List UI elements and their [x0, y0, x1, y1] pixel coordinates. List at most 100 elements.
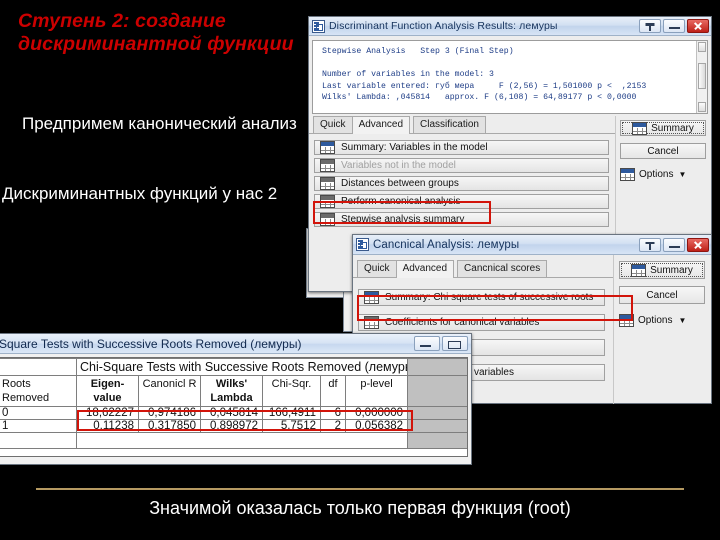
scroll-down-icon[interactable] [698, 102, 706, 112]
tab-advanced[interactable]: Advanced [351, 116, 411, 134]
canonical-tabstrip[interactable]: Quick Advanced Cancnical scores [353, 260, 613, 278]
scrollbar-thumb[interactable] [698, 63, 706, 89]
cell-chi-sqr[interactable]: 5,7512 [262, 419, 321, 433]
results-grid[interactable]: Chi-Square Tests with Successive Roots R… [0, 357, 468, 457]
pin-icon[interactable] [639, 19, 661, 33]
row-label[interactable]: 0 [0, 406, 77, 420]
slide-canvas: Ступень 2: создание дискриминантной функ… [0, 0, 720, 540]
dfa-title-text: Discriminant Function Analysis Results: … [329, 20, 558, 32]
cell-eigenvalue[interactable]: 0,11238 [76, 419, 139, 433]
tab-quick[interactable]: Quick [313, 116, 353, 133]
dfa-options-button[interactable]: Options ▼ [620, 166, 706, 182]
column-header-wilks-lambda[interactable]: Wilks' Lambda [200, 375, 263, 407]
table-caption: Chi-Square Tests with Successive Roots R… [75, 358, 409, 376]
empty-cell [75, 432, 409, 449]
grid-icon [632, 121, 648, 135]
grid-corner[interactable] [0, 358, 77, 376]
empty-header-cell [407, 358, 467, 376]
column-header-roots-removed[interactable]: Roots Removed [0, 375, 77, 407]
table-caption-row: Chi-Square Tests with Successive Roots R… [0, 358, 467, 376]
page-title: Ступень 2: создание дискриминантной функ… [18, 10, 294, 55]
cell-df[interactable]: 6 [320, 406, 346, 420]
option-summary-chi-square-tests[interactable]: Summary: Chi square tests of successive … [358, 289, 605, 306]
table-row[interactable]: 0 18,62227 0,974186 0,045814 166,4911 6 … [0, 406, 467, 420]
tab-quick[interactable]: Quick [357, 260, 397, 277]
canonical-titlebar[interactable]: Cancnical Analysis: лемуры [353, 235, 711, 255]
grid-icon [364, 316, 379, 329]
canonical-window-buttons[interactable] [639, 237, 709, 252]
cell-canonical-r[interactable]: 0,974186 [138, 406, 201, 420]
canonical-cancel-button[interactable]: Cancel [619, 286, 705, 304]
option-label: Coefficients for canonical variables [385, 317, 540, 328]
grid-icon [320, 159, 335, 172]
statistica-results-icon [312, 19, 325, 33]
empty-header-cell [407, 375, 467, 407]
options-icon [619, 313, 634, 327]
option-label: Perform canonical analysis [341, 196, 461, 207]
option-label: Distances between groups [341, 178, 459, 189]
pin-icon[interactable] [639, 237, 661, 252]
close-icon[interactable] [687, 19, 709, 33]
dfa-report-pane: Stepwise Analysis Step 3 (Final Step) Nu… [312, 40, 708, 114]
option-distances-between-groups[interactable]: Distances between groups [314, 176, 609, 191]
dfa-summary-button[interactable]: Summary [620, 120, 706, 136]
row-label[interactable]: 1 [0, 419, 77, 433]
grid-icon [320, 213, 335, 226]
tab-classification[interactable]: Classification [413, 116, 486, 133]
option-coefficients-for-canonical-variables[interactable]: Coefficients for canonical variables [358, 314, 605, 331]
empty-cell [407, 419, 467, 433]
cell-eigenvalue[interactable]: 18,62227 [76, 406, 139, 420]
options-icon [620, 167, 635, 181]
canonical-options-button[interactable]: Options ▼ [619, 311, 705, 329]
cell-chi-sqr[interactable]: 166,4911 [262, 406, 321, 420]
dfa-tabstrip[interactable]: Quick Advanced Classification [309, 116, 615, 134]
column-header-canonical-r[interactable]: Canonicl R [138, 375, 201, 407]
statistica-analysis-icon [356, 238, 369, 251]
tab-canonical-scores[interactable]: Cancnical scores [457, 260, 548, 277]
spreadsheet-titlebar[interactable]: Square Tests with Successive Roots Remov… [0, 334, 471, 354]
chi-square-table: Chi-Square Tests with Successive Roots R… [0, 358, 467, 449]
option-label: Stepwise analysis summary [341, 214, 465, 225]
minimize-icon[interactable] [663, 237, 685, 252]
cell-wilks-lambda[interactable]: 0,045814 [200, 406, 263, 420]
bullet-predprimem: Предпримем канонический анализ [22, 114, 297, 133]
cell-df[interactable]: 2 [320, 419, 346, 433]
bullet-discriminant-count: Дискриминантных функций у нас 2 [2, 184, 278, 203]
minimize-icon[interactable] [663, 19, 685, 33]
chevron-down-icon: ▼ [678, 315, 687, 325]
spreadsheet-title-text: Square Tests with Successive Roots Remov… [0, 336, 302, 351]
column-header-p-level[interactable]: p-level [344, 375, 409, 407]
spreadsheet-window-buttons[interactable] [414, 336, 468, 351]
minimize-icon[interactable] [414, 336, 440, 351]
cell-p-level[interactable]: 0,056382 [344, 419, 409, 433]
table-filler-row [0, 432, 467, 449]
canonical-summary-button[interactable]: Summary [619, 261, 705, 279]
chevron-down-icon: ▼ [678, 169, 687, 179]
cell-wilks-lambda[interactable]: 0,898972 [200, 419, 263, 433]
dfa-window-buttons[interactable] [639, 19, 709, 33]
option-summary-variables-in-model[interactable]: Summary: Variables in the model [314, 140, 609, 155]
column-header-eigenvalue[interactable]: Eigen- value [76, 375, 139, 407]
option-stepwise-analysis-summary[interactable]: Stepwise analysis summary [314, 212, 609, 227]
grid-icon [320, 177, 335, 190]
column-header-df[interactable]: df [320, 375, 346, 407]
empty-cell [407, 406, 467, 420]
grid-icon [320, 141, 335, 154]
dfa-titlebar[interactable]: Discriminant Function Analysis Results: … [309, 17, 711, 36]
option-label: Summary: Variables in the model [341, 142, 488, 153]
close-icon[interactable] [687, 237, 709, 252]
empty-cell [0, 432, 77, 449]
canonical-title-text: Cancnical Analysis: лемуры [373, 238, 520, 251]
dfa-cancel-button[interactable]: Cancel [620, 143, 706, 159]
column-header-chi-sqr[interactable]: Chi-Sqr. [262, 375, 321, 407]
dfa-report-scrollbar[interactable] [696, 41, 707, 113]
tab-advanced[interactable]: Advanced [395, 260, 455, 278]
scroll-up-icon[interactable] [698, 42, 706, 52]
cell-canonical-r[interactable]: 0,317850 [138, 419, 201, 433]
table-row[interactable]: 1 0,11238 0,317850 0,898972 5,7512 2 0,0… [0, 419, 467, 433]
caption-divider [36, 488, 684, 490]
cell-p-level[interactable]: 0,000000 [344, 406, 409, 420]
restore-icon[interactable] [442, 336, 468, 351]
option-perform-canonical-analysis[interactable]: Perform canonical analysis [314, 194, 609, 209]
chi-square-results-window[interactable]: Square Tests with Successive Roots Remov… [0, 333, 472, 465]
